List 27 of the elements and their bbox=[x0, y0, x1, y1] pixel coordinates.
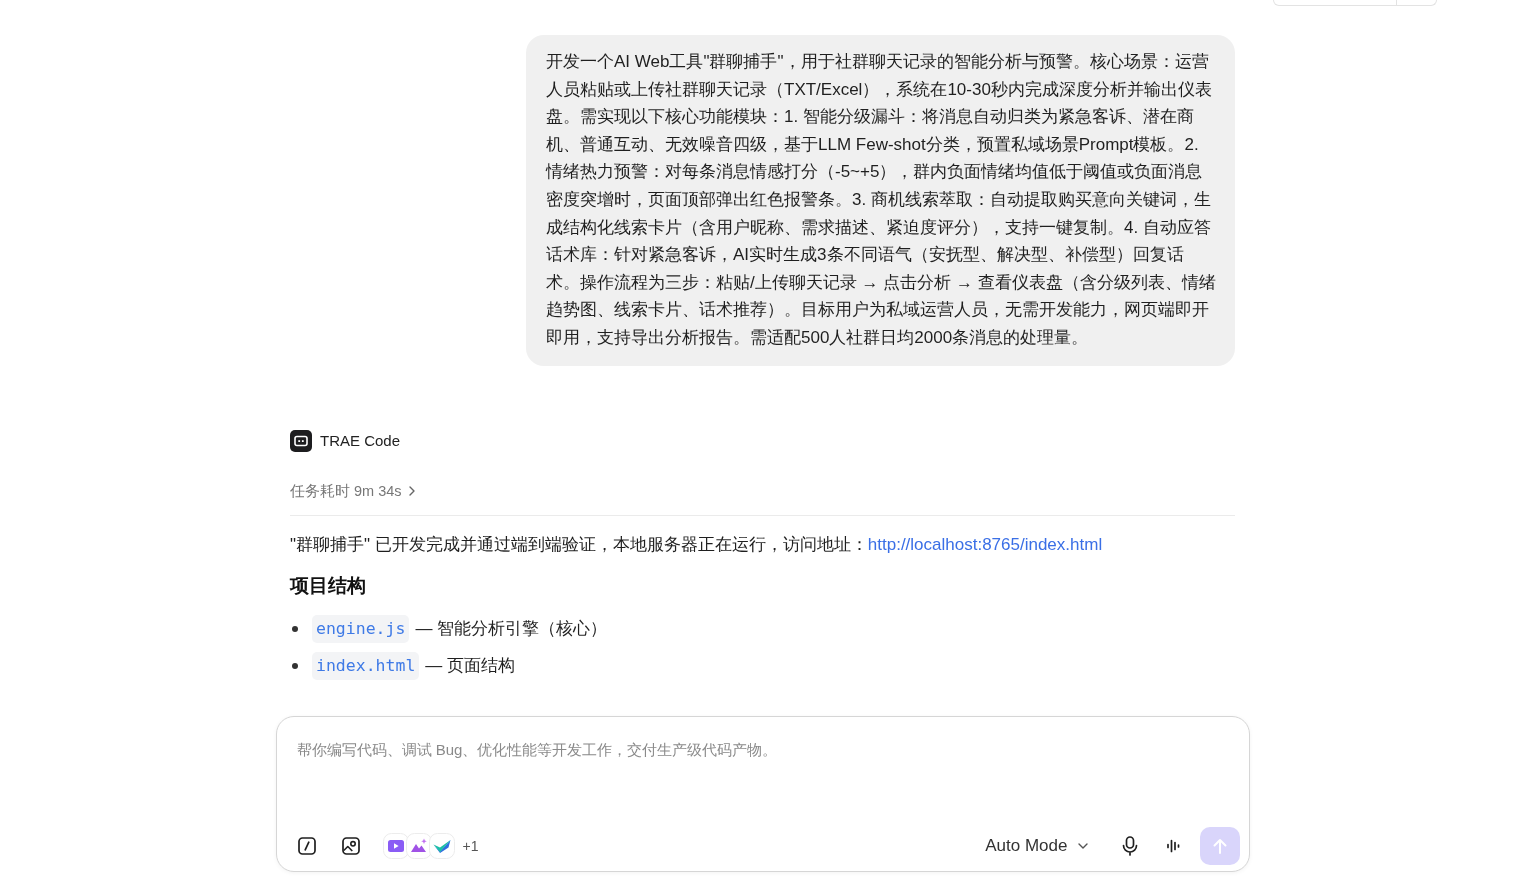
slash-command-icon[interactable] bbox=[297, 837, 316, 855]
microphone-icon[interactable] bbox=[1121, 836, 1138, 856]
checkmark-icon[interactable] bbox=[428, 833, 455, 859]
bullet-icon bbox=[292, 625, 298, 632]
file-name: index.html bbox=[312, 651, 420, 680]
extension-count[interactable]: +1 bbox=[462, 838, 479, 854]
file-name: engine.js bbox=[312, 614, 410, 643]
composer-panel[interactable]: 帮你编写代码、调试 Bug、优化性能等开发工作，交付生产级代码产物。 +1 Auto Mode bbox=[275, 716, 1250, 872]
file-description: — 智能分析引擎（核心） bbox=[415, 618, 608, 641]
mountain-sparkle-icon[interactable] bbox=[405, 833, 432, 859]
bullet-icon bbox=[292, 662, 298, 669]
summary-text: "群聊捕手" 已开发完成并通过端到端验证，本地服务器正在运行，访问地址：http://localhost:8765/index.html bbox=[290, 533, 1104, 556]
user-message: 开发一个AI Web工具"群聊捕手"，用于社群聊天记录的智能分析与预警。核心场景：运营人员粘贴或上传社群聊天记录（TXT/Excel），系统在10-30秒内完成深度分析并输出仪表盘。需实现以下核心功能模块：1. 智能分级漏斗：将消息自动归类为紧急客诉、潜在商机、普通互动、无效噪音四级，基于LLM Few-shot分类，预置私域场景Prompt模板。2. 情绪热力预警：对每条消息情感打分（-5~+5），群内负面情绪均值低于阈值或负面消息密度突增时，页面顶部弹出红色报警条。3. 商机线索萃取：自动提取购买意向关键词，生成结构化线索卡片（含用户昵称、需求描述、紧迫度评分），支持一键复制。4. 自动应答话术库：针对紧急客诉，AI实时生成3条不同语气（安抚型、解决型、补偿型）回复话术。操作流程为三步：粘贴/上传聊天记录 → 点击分析 → 查看仪表盘（含分级列表、情绪趋势图、线索卡片、话术推荐）。目标用户为私域运营人员，无需开发能力，网页端即开即用，支持导出分析报告。需适配500人社群日均2000条消息的处理量。 bbox=[526, 35, 1235, 366]
play-icon[interactable] bbox=[382, 833, 409, 859]
waveform-icon[interactable] bbox=[1165, 838, 1182, 854]
file-description: — 页面结构 bbox=[425, 655, 516, 678]
bot-logo-icon bbox=[290, 429, 312, 452]
chevron-down-icon bbox=[1077, 843, 1088, 849]
task-duration-button[interactable]: 任务耗时 9m 34s bbox=[290, 480, 415, 501]
section-heading: 项目结构 bbox=[290, 573, 367, 598]
chevron-right-icon bbox=[408, 485, 415, 496]
image-icon[interactable] bbox=[341, 837, 360, 855]
agent-name: TRAE Code bbox=[320, 432, 401, 450]
localhost-link[interactable]: http://localhost:8765/index.html bbox=[867, 534, 1103, 554]
message-input[interactable]: 帮你编写代码、调试 Bug、优化性能等开发工作，交付生产级代码产物。 bbox=[296, 739, 1229, 827]
mode-select[interactable]: Auto Mode bbox=[985, 836, 1088, 856]
arrow-up-icon bbox=[1212, 838, 1227, 854]
